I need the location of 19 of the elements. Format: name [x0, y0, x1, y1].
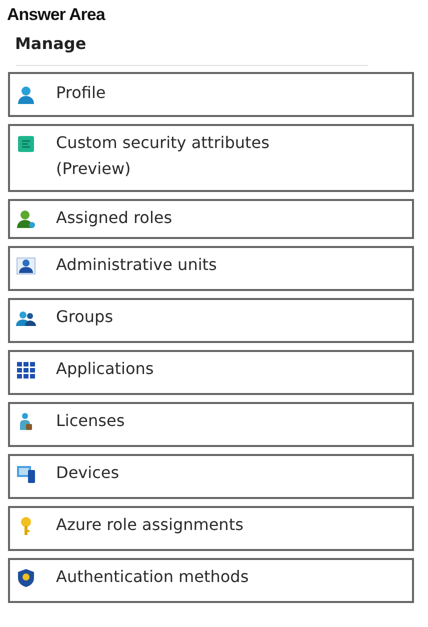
menu-item[interactable]: Authentication methods [8, 558, 414, 603]
menu-item[interactable]: Custom security attributes (Preview) [8, 124, 414, 192]
menu-item[interactable]: Administrative units [8, 246, 414, 291]
menu-item[interactable]: Profile [8, 72, 414, 117]
answer-area-title: Answer Area [7, 5, 106, 25]
menu-item[interactable]: Devices [8, 454, 414, 499]
menu-item[interactable]: Assigned roles [8, 199, 414, 239]
menu-item[interactable]: Applications [8, 350, 414, 395]
menu-item[interactable]: Azure role assignments [8, 506, 414, 551]
section-heading: Manage [15, 34, 88, 53]
people-card-icon [16, 256, 36, 276]
person-icon [16, 84, 36, 104]
grid-icon [16, 360, 36, 380]
menu-item[interactable]: Groups [8, 298, 414, 343]
monitor-phone-icon [16, 464, 36, 484]
menu-item[interactable]: Licenses [8, 402, 414, 447]
person-badge-icon [16, 209, 36, 229]
tag-card-icon [16, 134, 36, 154]
shield-icon [16, 568, 36, 588]
